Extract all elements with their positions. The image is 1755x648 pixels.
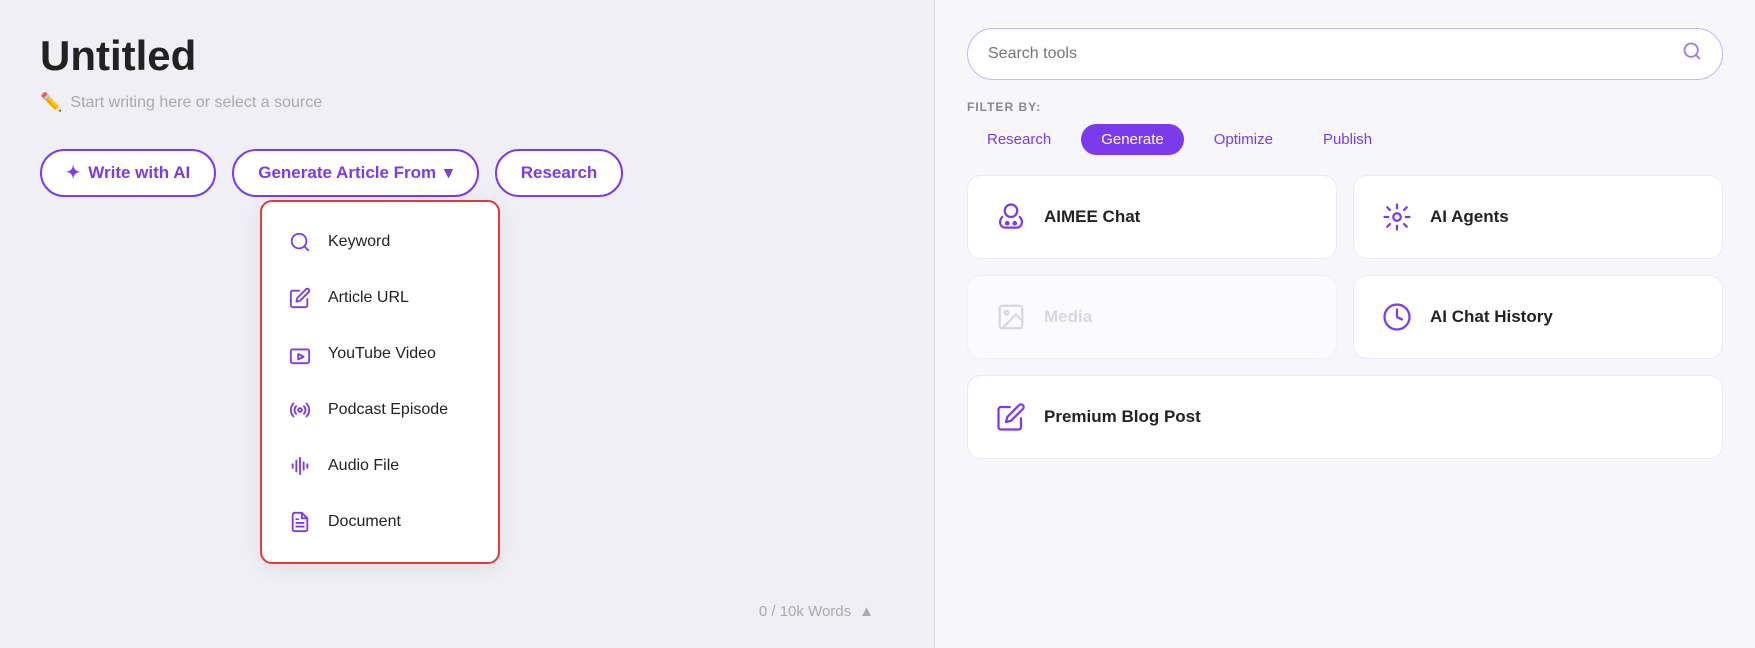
tool-card-ai-agents[interactable]: AI Agents bbox=[1353, 175, 1723, 259]
dropdown-youtube-label: YouTube Video bbox=[328, 345, 436, 363]
search-bar bbox=[967, 28, 1723, 80]
media-icon bbox=[992, 298, 1030, 336]
filter-chip-optimize[interactable]: Optimize bbox=[1194, 124, 1293, 155]
dropdown-item-podcast[interactable]: Podcast Episode bbox=[262, 382, 498, 438]
write-ai-button[interactable]: ✦ Write with AI bbox=[40, 149, 216, 197]
search-input[interactable] bbox=[988, 45, 1682, 63]
write-ai-label: Write with AI bbox=[88, 163, 190, 183]
dropdown-item-youtube[interactable]: YouTube Video bbox=[262, 326, 498, 382]
ai-agents-icon bbox=[1378, 198, 1416, 236]
search-icon bbox=[1682, 41, 1702, 67]
ai-chat-history-icon bbox=[1378, 298, 1416, 336]
toolbar: ✦ Write with AI Generate Article From ▾ … bbox=[40, 149, 894, 197]
right-panel: FILTER BY: Research Generate Optimize Pu… bbox=[935, 0, 1755, 648]
dropdown-item-keyword[interactable]: Keyword bbox=[262, 214, 498, 270]
chevron-up-icon: ▲ bbox=[859, 603, 874, 620]
premium-blog-post-icon bbox=[992, 398, 1030, 436]
dropdown-item-document[interactable]: Document bbox=[262, 494, 498, 550]
sparkle-icon: ✦ bbox=[66, 163, 80, 183]
tool-card-aimee-chat[interactable]: AIMEE Chat bbox=[967, 175, 1337, 259]
aimee-chat-icon bbox=[992, 198, 1030, 236]
dropdown-document-label: Document bbox=[328, 513, 401, 531]
filter-chips: Research Generate Optimize Publish bbox=[967, 124, 1723, 155]
tool-card-media: Media bbox=[967, 275, 1337, 359]
pencil-icon: ✏️ bbox=[40, 92, 62, 113]
filter-chip-research[interactable]: Research bbox=[967, 124, 1071, 155]
tool-card-premium-blog-post[interactable]: Premium Blog Post bbox=[967, 375, 1723, 459]
article-url-icon bbox=[286, 284, 314, 312]
generate-label: Generate Article From bbox=[258, 163, 436, 183]
chevron-down-icon: ▾ bbox=[444, 163, 453, 183]
youtube-icon bbox=[286, 340, 314, 368]
ai-chat-history-label: AI Chat History bbox=[1430, 307, 1553, 327]
ai-agents-label: AI Agents bbox=[1430, 207, 1509, 227]
dropdown-item-article-url[interactable]: Article URL bbox=[262, 270, 498, 326]
dropdown-item-audio[interactable]: Audio File bbox=[262, 438, 498, 494]
generate-dropdown-menu: Keyword Article URL YouTube Video Podcas… bbox=[260, 200, 500, 564]
premium-blog-post-label: Premium Blog Post bbox=[1044, 407, 1201, 427]
filter-label: FILTER BY: bbox=[967, 100, 1723, 114]
dropdown-article-url-label: Article URL bbox=[328, 289, 409, 307]
media-label: Media bbox=[1044, 307, 1092, 327]
subtitle-text: Start writing here or select a source bbox=[70, 94, 322, 112]
filter-chip-publish[interactable]: Publish bbox=[1303, 124, 1392, 155]
word-count: 0 / 10k Words ▲ bbox=[759, 603, 874, 620]
podcast-icon bbox=[286, 396, 314, 424]
tool-card-ai-chat-history[interactable]: AI Chat History bbox=[1353, 275, 1723, 359]
tools-grid: AIMEE Chat AI Agents Media AI Chat Histo… bbox=[967, 175, 1723, 459]
dropdown-keyword-label: Keyword bbox=[328, 233, 390, 251]
filter-chip-generate[interactable]: Generate bbox=[1081, 124, 1184, 155]
document-icon bbox=[286, 508, 314, 536]
dropdown-podcast-label: Podcast Episode bbox=[328, 401, 448, 419]
research-label: Research bbox=[521, 163, 598, 183]
dropdown-audio-label: Audio File bbox=[328, 457, 399, 475]
audio-icon bbox=[286, 452, 314, 480]
page-title: Untitled bbox=[40, 32, 894, 80]
research-button[interactable]: Research bbox=[495, 149, 624, 197]
subtitle-row: ✏️ Start writing here or select a source bbox=[40, 92, 894, 113]
keyword-icon bbox=[286, 228, 314, 256]
filter-section: FILTER BY: Research Generate Optimize Pu… bbox=[967, 100, 1723, 155]
generate-article-button[interactable]: Generate Article From ▾ bbox=[232, 149, 478, 197]
aimee-chat-label: AIMEE Chat bbox=[1044, 207, 1140, 227]
left-panel: Untitled ✏️ Start writing here or select… bbox=[0, 0, 934, 648]
word-count-text: 0 / 10k Words bbox=[759, 603, 851, 620]
